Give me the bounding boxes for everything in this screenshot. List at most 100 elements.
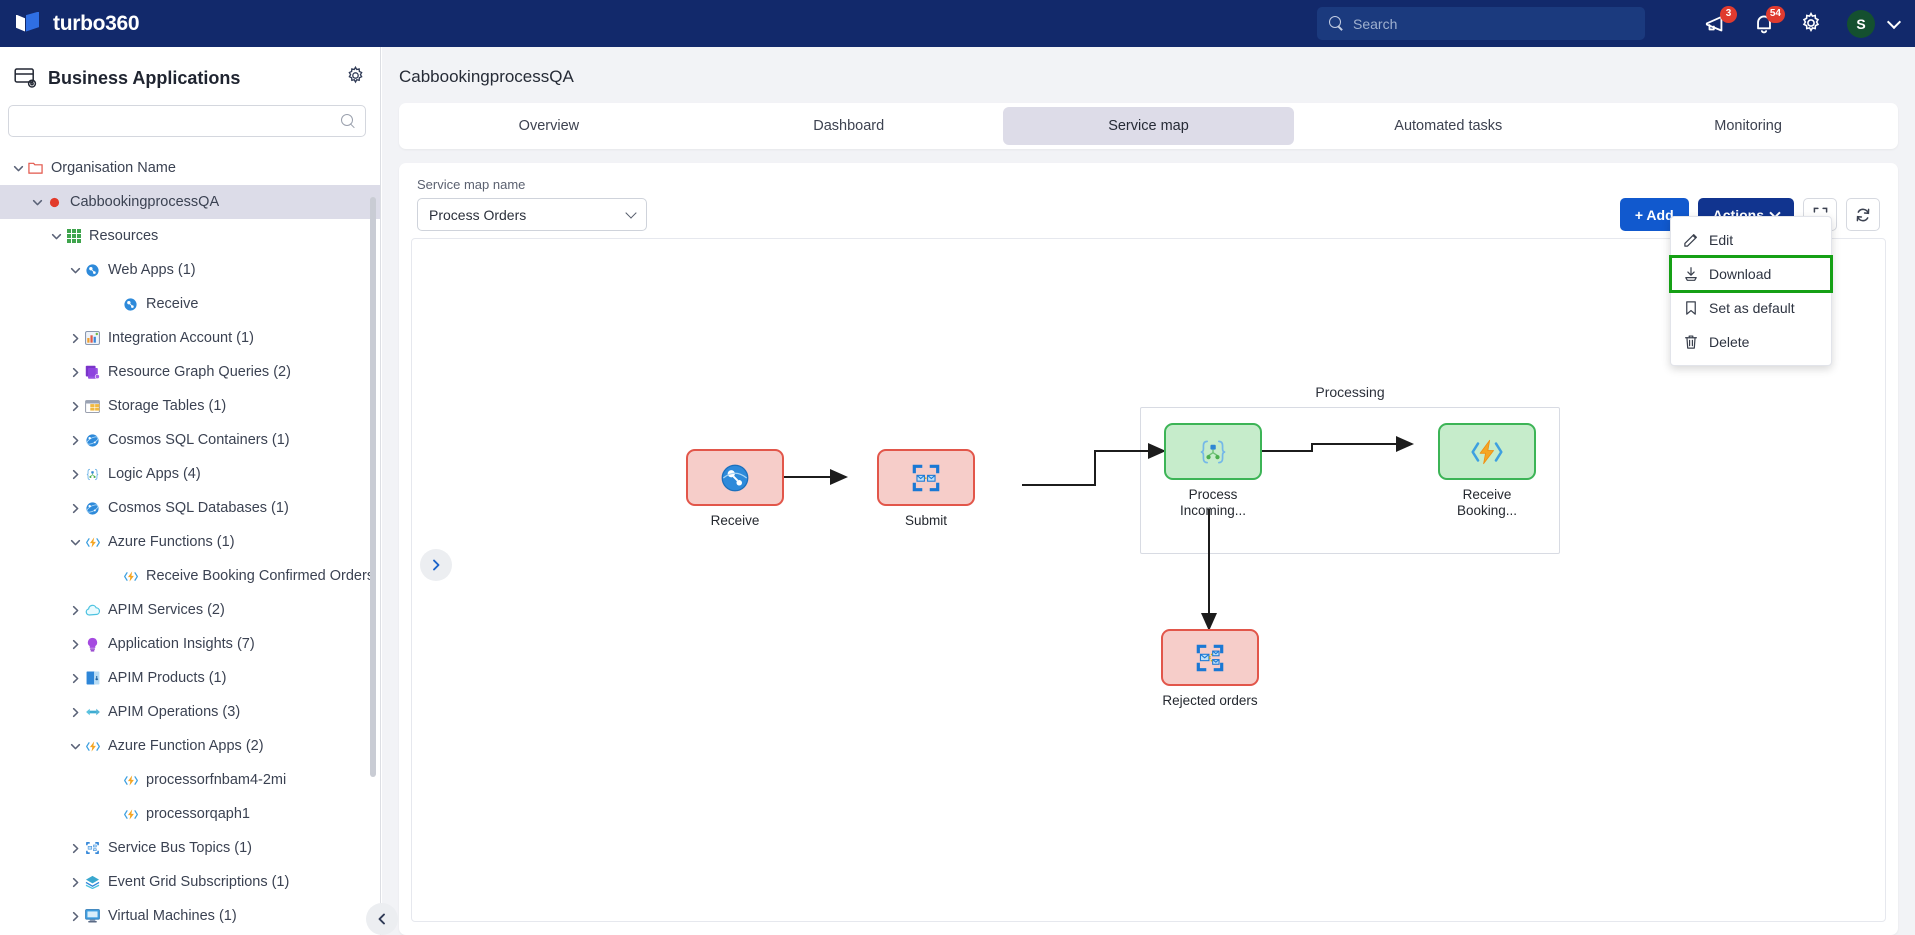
notifications-button[interactable]: 54 <box>1751 5 1785 37</box>
sidebar-tree-item[interactable]: Application Insights (7) <box>0 627 380 661</box>
sidebar-tree-item[interactable]: Integration Account (1) <box>0 321 380 355</box>
sidebar-tree-item[interactable]: Virtual Machines (1) <box>0 899 380 933</box>
sidebar-tree-item[interactable]: Resource Graph Queries (2) <box>0 355 380 389</box>
sidebar-tree-item[interactable]: APIM Operations (3) <box>0 695 380 729</box>
chevron-right-icon[interactable] <box>67 605 83 616</box>
tab-monitoring[interactable]: Monitoring <box>1602 107 1894 145</box>
sidebar-tree-item[interactable]: APIM Services (2) <box>0 593 380 627</box>
apim-operation-icon <box>83 706 102 718</box>
sidebar-search[interactable] <box>8 105 366 137</box>
sidebar-tree-item[interactable]: Azure Function Apps (2) <box>0 729 380 763</box>
service-map-name-field: Service map name Process Orders <box>417 177 647 231</box>
chevron-right-icon[interactable] <box>67 503 83 514</box>
node-label: Receive Booking... <box>1456 487 1518 518</box>
sidebar-settings-button[interactable] <box>345 65 366 91</box>
folder-icon <box>26 161 45 175</box>
chevron-right-icon[interactable] <box>67 401 83 412</box>
brand-name: turbo360 <box>53 11 140 35</box>
sidebar-tree-item[interactable]: Cosmos SQL Containers (1) <box>0 423 380 457</box>
tab-dashboard[interactable]: Dashboard <box>703 107 995 145</box>
sidebar-search-input[interactable] <box>19 113 341 129</box>
chevron-down-icon[interactable] <box>48 231 64 242</box>
sidebar: Business Applications Organisation Name C… <box>0 47 381 935</box>
sidebar-tree-item[interactable]: CabbookingprocessQA <box>0 185 380 219</box>
sidebar-tree-item[interactable]: Logic Apps (4) <box>0 457 380 491</box>
chevron-right-icon[interactable] <box>67 333 83 344</box>
settings-button[interactable] <box>1799 11 1825 37</box>
chevron-down-icon[interactable] <box>67 741 83 752</box>
chevron-right-icon[interactable] <box>67 367 83 378</box>
diagram-edges <box>784 436 1414 631</box>
apim-service-icon <box>83 604 102 617</box>
node-label: Receive <box>710 513 760 528</box>
node-rejected-orders[interactable]: Rejected orders <box>1161 629 1265 709</box>
chevron-down-icon[interactable] <box>67 537 83 548</box>
sidebar-tree-item[interactable]: Resources <box>0 219 380 253</box>
chevron-right-icon[interactable] <box>67 639 83 650</box>
menu-item-delete[interactable]: Delete <box>1671 325 1831 359</box>
node-receive[interactable]: Receive <box>686 449 790 529</box>
announcements-button[interactable]: 3 <box>1703 5 1737 37</box>
sidebar-scrollbar[interactable] <box>370 197 376 777</box>
resource-graph-icon <box>83 365 102 379</box>
chevron-right-icon[interactable] <box>67 435 83 446</box>
node-label: Rejected orders <box>1162 693 1258 708</box>
sidebar-tree-item[interactable]: Azure Functions (1) <box>0 525 380 559</box>
sidebar-tree-item[interactable]: APIM Products (1) <box>0 661 380 695</box>
chevron-right-icon[interactable] <box>67 877 83 888</box>
sidebar-tree-item[interactable]: processorqaph1 <box>0 797 380 831</box>
chevron-down-icon[interactable] <box>67 265 83 276</box>
storage-table-icon <box>83 399 102 413</box>
app-insights-icon <box>83 637 102 652</box>
node-process-incoming[interactable]: Process Incoming... <box>1164 423 1268 519</box>
node-box <box>877 449 975 506</box>
chevron-right-icon[interactable] <box>67 911 83 922</box>
service-map-canvas[interactable]: Processing Receive Submit Process Incomi… <box>411 238 1886 922</box>
search-icon <box>1329 16 1344 31</box>
logic-app-icon <box>1200 440 1226 463</box>
web-app-icon <box>721 464 749 491</box>
sidebar-tree-item[interactable]: Receive <box>0 287 380 321</box>
sidebar-tree-item-label: CabbookingprocessQA <box>70 194 220 210</box>
sidebar-tree-item[interactable]: Web Apps (1) <box>0 253 380 287</box>
refresh-button[interactable] <box>1846 198 1880 231</box>
sidebar-tree-item[interactable]: Service Bus Topics (1) <box>0 831 380 865</box>
tab-service-map[interactable]: Service map <box>1002 107 1295 145</box>
canvas-next-button[interactable] <box>420 549 452 581</box>
node-receive-booking[interactable]: Receive Booking... <box>1438 423 1542 519</box>
sidebar-tree-item-label: Resource Graph Queries (2) <box>108 364 291 380</box>
chevron-down-icon[interactable] <box>10 163 26 174</box>
menu-item-download[interactable]: Download <box>1669 255 1833 293</box>
service-map-select[interactable]: Process Orders <box>417 198 647 231</box>
global-search-input[interactable] <box>1353 15 1613 32</box>
node-label: Process Incoming... <box>1179 487 1247 518</box>
menu-item-set-as-default[interactable]: Set as default <box>1671 291 1831 325</box>
tab-overview[interactable]: Overview <box>403 107 695 145</box>
chevron-right-icon[interactable] <box>67 469 83 480</box>
download-icon <box>1683 266 1699 282</box>
sidebar-tree-item[interactable]: Receive Booking Confirmed Orders <box>0 559 380 593</box>
sidebar-tree-item[interactable]: Cosmos SQL Databases (1) <box>0 491 380 525</box>
user-menu-chevron-down-icon[interactable] <box>1886 14 1902 29</box>
sidebar-tree-item[interactable]: processorfnbam4-2mi <box>0 763 380 797</box>
chevron-right-icon[interactable] <box>67 843 83 854</box>
chevron-right-icon[interactable] <box>67 673 83 684</box>
sidebar-tree-item[interactable]: Event Grid Subscriptions (1) <box>0 865 380 899</box>
tab-automated-tasks[interactable]: Automated tasks <box>1302 107 1594 145</box>
chevron-left-icon <box>378 913 385 925</box>
global-search[interactable] <box>1317 7 1645 40</box>
chevron-right-icon[interactable] <box>67 707 83 718</box>
chevron-down-icon[interactable] <box>29 197 45 208</box>
apim-product-icon <box>83 671 102 685</box>
top-bar-icons: 3 54 S <box>1703 0 1902 47</box>
menu-item-edit[interactable]: Edit <box>1671 223 1831 257</box>
sidebar-tree-item[interactable]: Storage Tables (1) <box>0 389 380 423</box>
sidebar-tree-item-label: Service Bus Topics (1) <box>108 840 252 856</box>
sidebar-collapse-button[interactable] <box>366 903 398 935</box>
sidebar-tree-item[interactable]: Organisation Name <box>0 151 380 185</box>
user-avatar[interactable]: S <box>1847 9 1875 38</box>
sidebar-tree-item-label: Virtual Machines (1) <box>108 908 237 924</box>
node-submit[interactable]: Submit <box>877 449 981 529</box>
service-bus-topic-icon <box>1196 644 1224 671</box>
sidebar-tree-item-label: Cosmos SQL Databases (1) <box>108 500 289 516</box>
